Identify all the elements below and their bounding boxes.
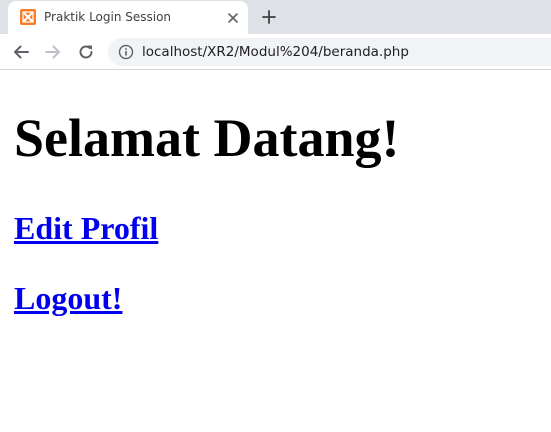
address-bar[interactable]: localhost/XR2/Modul%204/beranda.php (108, 38, 551, 66)
page-content: Selamat Datang! Edit Profil Logout! (0, 71, 551, 432)
new-tab-plus-icon[interactable] (261, 9, 277, 25)
logout-link[interactable]: Logout! (14, 282, 122, 314)
info-icon[interactable] (118, 44, 134, 60)
tab-title: Praktik Login Session (44, 10, 172, 24)
url-text[interactable]: localhost/XR2/Modul%204/beranda.php (142, 44, 409, 60)
back-arrow-icon[interactable] (12, 43, 30, 61)
forward-arrow-icon[interactable] (44, 43, 62, 61)
xampp-icon (20, 9, 36, 25)
browser-tab[interactable]: Praktik Login Session (8, 1, 248, 34)
close-icon[interactable] (225, 10, 241, 26)
browser-toolbar: localhost/XR2/Modul%204/beranda.php (0, 34, 551, 70)
edit-profile-link[interactable]: Edit Profil (14, 212, 158, 244)
reload-icon[interactable] (77, 43, 95, 61)
tab-strip: Praktik Login Session (0, 0, 551, 34)
page-heading: Selamat Datang! (14, 108, 400, 168)
